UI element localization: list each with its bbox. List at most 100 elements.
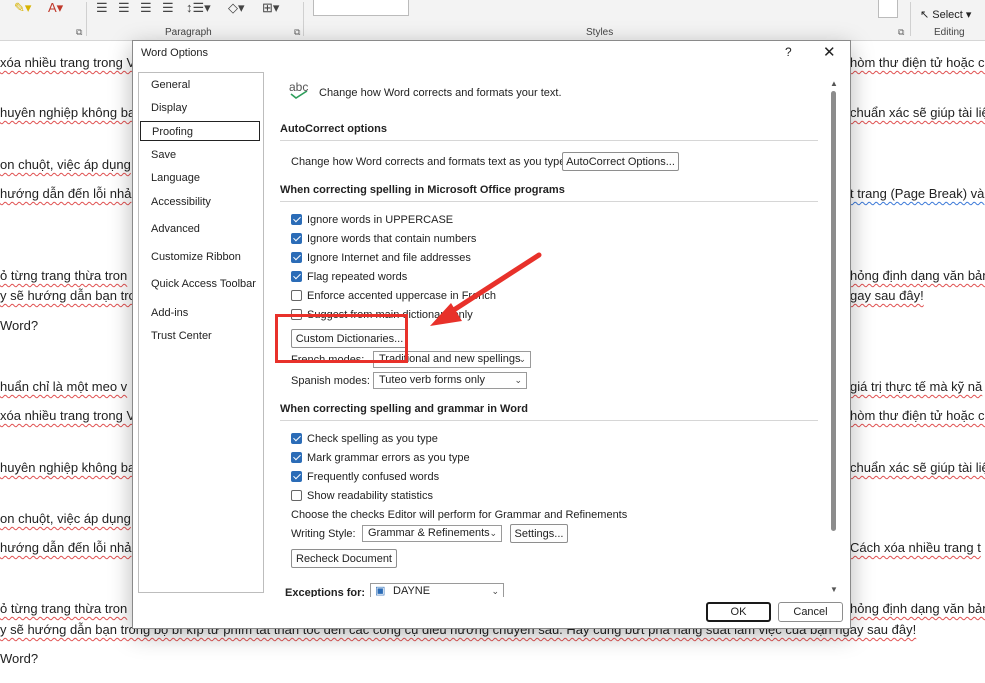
- line-spacing-icon[interactable]: ↕☰▾: [186, 0, 211, 16]
- nav-item-save[interactable]: Save: [140, 145, 260, 165]
- paragraph-dialog-launcher-icon[interactable]: ⧉: [294, 27, 300, 38]
- chevron-down-icon: ⌄: [514, 375, 522, 385]
- nav-item-add-ins[interactable]: Add-ins: [140, 303, 260, 323]
- office-spelling-heading: When correcting spelling in Microsoft Of…: [280, 184, 565, 196]
- document-line: xóa nhiều trang trong V: [0, 408, 136, 423]
- editing-group-label: Editing: [934, 27, 965, 38]
- styles-dialog-launcher-icon[interactable]: ⧉: [898, 27, 904, 38]
- options-nav: General Display Proofing Save Language A…: [138, 72, 264, 593]
- ribbon-divider: [86, 2, 87, 36]
- nav-item-customize-ribbon[interactable]: Customize Ribbon: [140, 247, 260, 267]
- document-line: Word?: [0, 651, 39, 666]
- document-line: chuẩn xác sẽ giúp tài liệ: [850, 105, 985, 120]
- scroll-thumb[interactable]: [831, 91, 836, 531]
- nav-item-advanced[interactable]: Advanced: [140, 219, 260, 239]
- settings-button[interactable]: Settings...: [510, 524, 568, 543]
- checkbox-label: Ignore words in UPPERCASE: [307, 214, 454, 226]
- document-line: huẩn chỉ là một meo v: [0, 379, 128, 394]
- nav-item-trust-center[interactable]: Trust Center: [140, 326, 260, 346]
- check-spelling-checkbox[interactable]: Check spelling as you type: [291, 432, 438, 446]
- ok-button[interactable]: OK: [706, 602, 771, 622]
- nav-item-general[interactable]: General: [140, 75, 260, 95]
- checkbox-box: [291, 452, 302, 463]
- scroll-up-icon[interactable]: ▲: [830, 79, 838, 88]
- document-line: giá trị thực tế mà kỹ nă: [850, 379, 983, 394]
- checkbox-box: [291, 233, 302, 244]
- document-line: ỏ từng trang thừa tron: [0, 601, 128, 616]
- flag-repeated-words-checkbox[interactable]: Flag repeated words: [291, 270, 407, 284]
- proofing-intro: Change how Word corrects and formats you…: [319, 87, 562, 99]
- checkbox-label: Ignore words that contain numbers: [307, 233, 477, 245]
- word-ribbon: ✎▾ A▾ ☰ ☰ ☰ ☰ ↕☰▾ ◇▾ ⊞▾ Paragraph ⧉ ⧉ St…: [0, 0, 985, 41]
- align-left-icon[interactable]: ☰: [96, 0, 108, 16]
- style-normal-preview[interactable]: [313, 0, 409, 16]
- highlight-color-icon[interactable]: ✎▾: [14, 0, 31, 16]
- ignore-numbers-checkbox[interactable]: Ignore words that contain numbers: [291, 232, 476, 246]
- chevron-down-icon: ⌄: [489, 528, 497, 538]
- justify-icon[interactable]: ☰: [162, 0, 174, 16]
- word-options-dialog: Word Options ? ✕ General Display Proofin…: [132, 40, 851, 629]
- exceptions-label: Exceptions for:: [285, 587, 366, 597]
- ribbon-divider: [910, 2, 911, 36]
- select-label: Select: [932, 9, 963, 21]
- document-line: hòm thư điện tử hoặc ca: [850, 55, 985, 70]
- close-button[interactable]: ✕: [823, 43, 836, 61]
- spanish-modes-dropdown[interactable]: Tuteo verb forms only ⌄: [373, 372, 527, 389]
- nav-item-proofing[interactable]: Proofing: [140, 121, 260, 141]
- document-line: gay sau đây!: [850, 288, 924, 303]
- dropdown-value: Grammar & Refinements: [368, 527, 490, 539]
- checkbox-box: [291, 252, 302, 263]
- autocorrect-heading: AutoCorrect options: [280, 123, 387, 135]
- section-divider: [280, 201, 818, 202]
- document-line: on chuột, việc áp dụng: [0, 511, 131, 526]
- document-line: hướng dẫn đến lỗi nhả: [0, 186, 132, 201]
- help-button[interactable]: ?: [785, 45, 792, 59]
- font-color-icon[interactable]: A▾: [48, 0, 63, 16]
- nav-item-display[interactable]: Display: [140, 98, 260, 118]
- font-dialog-launcher-icon[interactable]: ⧉: [76, 27, 82, 38]
- panel-scrollbar[interactable]: ▲ ▼: [829, 79, 839, 599]
- recheck-document-button[interactable]: Recheck Document: [291, 549, 397, 568]
- align-right-icon[interactable]: ☰: [140, 0, 152, 16]
- select-button[interactable]: ↖ Select ▾: [920, 8, 971, 21]
- select-arrow-icon: ↖: [920, 9, 933, 21]
- checkbox-label: Ignore Internet and file addresses: [307, 252, 471, 264]
- enforce-accented-uppercase-checkbox[interactable]: Enforce accented uppercase in French: [291, 289, 496, 303]
- ignore-uppercase-checkbox[interactable]: Ignore words in UPPERCASE: [291, 213, 453, 227]
- nav-item-quick-access-toolbar[interactable]: Quick Access Toolbar: [140, 274, 260, 294]
- section-divider: [280, 140, 818, 141]
- checkbox-box: [291, 433, 302, 444]
- readability-statistics-checkbox[interactable]: Show readability statistics: [291, 489, 433, 503]
- scroll-down-icon[interactable]: ▼: [830, 585, 838, 594]
- document-line: hướng dẫn đến lỗi nhả: [0, 540, 132, 555]
- borders-icon[interactable]: ⊞▾: [262, 0, 279, 16]
- document-line: xóa nhiều trang trong V: [0, 55, 136, 70]
- document-line: Cách xóa nhiều trang t: [850, 540, 981, 555]
- checkbox-box: [291, 214, 302, 225]
- cancel-button[interactable]: Cancel: [778, 602, 843, 622]
- styles-gallery-more[interactable]: [878, 0, 898, 18]
- ribbon-divider: [303, 2, 304, 36]
- ignore-internet-addresses-checkbox[interactable]: Ignore Internet and file addresses: [291, 251, 471, 265]
- writing-style-label: Writing Style:: [291, 528, 356, 540]
- section-divider: [280, 420, 818, 421]
- document-line: hòm thư điện tử hoặc ca: [850, 408, 985, 423]
- shading-icon[interactable]: ◇▾: [228, 0, 245, 16]
- exceptions-dropdown[interactable]: ▣ DAYNE ⌄: [370, 583, 504, 597]
- document-line: on chuột, việc áp dụng: [0, 157, 131, 172]
- checkbox-label: Enforce accented uppercase in French: [307, 290, 496, 302]
- nav-item-accessibility[interactable]: Accessibility: [140, 192, 260, 212]
- autocorrect-options-button[interactable]: AutoCorrect Options...: [562, 152, 679, 171]
- nav-item-language[interactable]: Language: [140, 168, 260, 188]
- checkbox-box: [291, 271, 302, 282]
- checkbox-box: [291, 490, 302, 501]
- confused-words-checkbox[interactable]: Frequently confused words: [291, 470, 439, 484]
- dropdown-value: DAYNE: [393, 585, 431, 597]
- checkbox-label: Mark grammar errors as you type: [307, 452, 470, 464]
- document-line: t trang (Page Break) và: [850, 186, 985, 201]
- word-spelling-heading: When correcting spelling and grammar in …: [280, 403, 528, 415]
- writing-style-dropdown[interactable]: Grammar & Refinements ⌄: [362, 525, 502, 542]
- align-center-icon[interactable]: ☰: [118, 0, 130, 16]
- editor-checks-note: Choose the checks Editor will perform fo…: [291, 509, 628, 521]
- mark-grammar-checkbox[interactable]: Mark grammar errors as you type: [291, 451, 470, 465]
